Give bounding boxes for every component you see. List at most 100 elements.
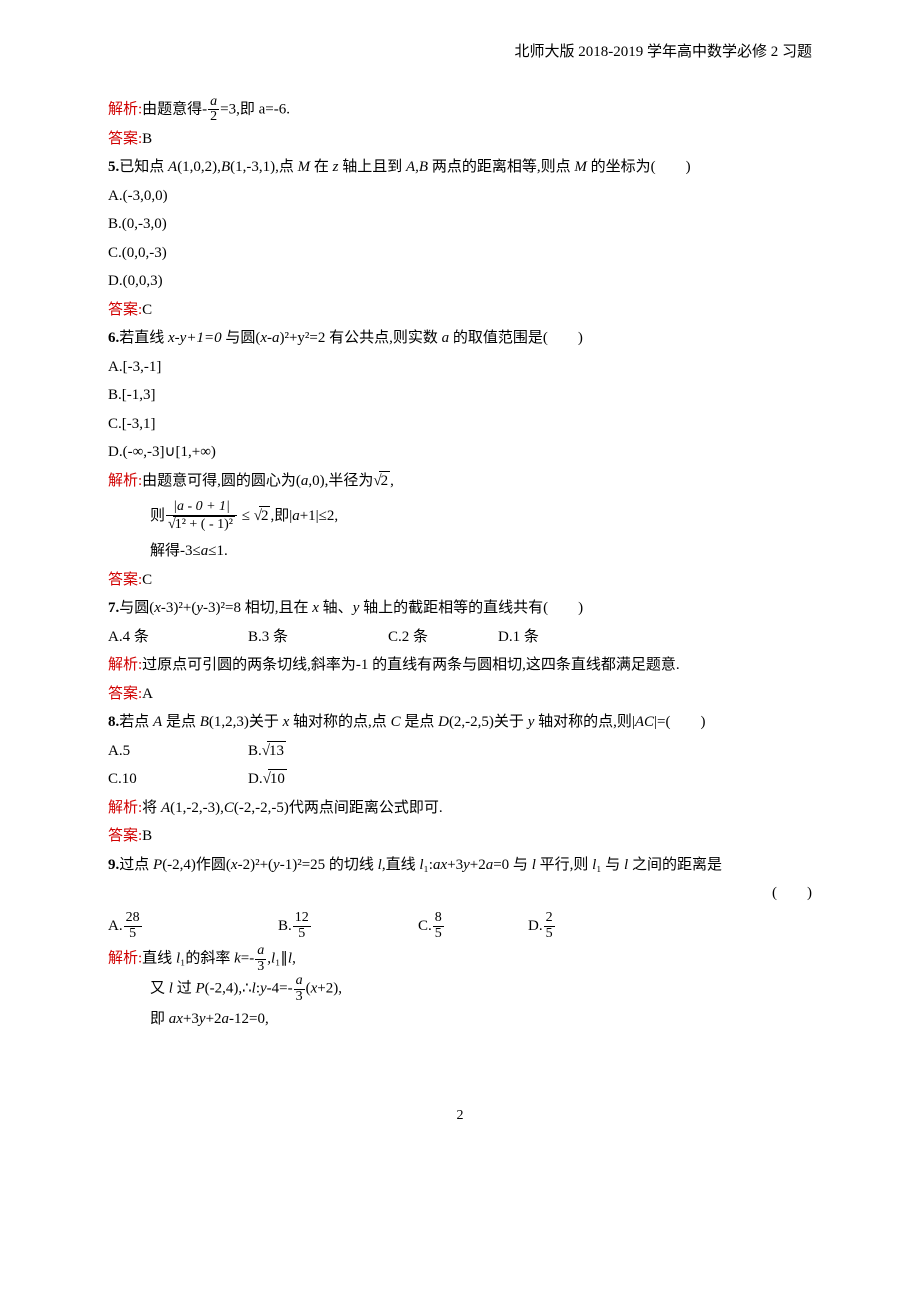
q5-M2: M — [574, 159, 587, 175]
q6-pre: 若直线 — [119, 330, 168, 346]
q9-7: 平行,则 — [536, 857, 592, 873]
q5-opt-b: B.(0,-3,0) — [108, 210, 812, 239]
q9-e2P: P — [195, 981, 204, 997]
q8-8: |=( ) — [654, 714, 705, 730]
q6-answer: 答案:C — [108, 566, 812, 595]
q9-opt-a: A.285 — [108, 908, 278, 944]
q9-e3c: +3 — [183, 1011, 199, 1027]
q4-explain-part1: 由题意得- — [142, 101, 207, 117]
q9-e1f: , — [292, 951, 296, 967]
q9-opt-d: D.25 — [528, 908, 556, 944]
q8-answer: 答案:B — [108, 822, 812, 851]
q9-choices: A.285 B.125 C.85 D.25 — [108, 908, 812, 944]
q6-e2pa: ,即| — [270, 508, 292, 524]
q4-explain-part2: =3,即 a=-6. — [220, 101, 290, 117]
q7-opt-c: C.2 条 — [388, 623, 498, 652]
header-text: 北师大版 2018-2019 学年高中数学必修 2 习题 — [515, 44, 813, 60]
q5-opt-d: D.(0,0,3) — [108, 267, 812, 296]
frac-den: 2 — [208, 110, 219, 125]
q8-B: B — [200, 714, 209, 730]
q6-stem: 6.若直线 x-y+1=0 与圆(x-a)²+y²=2 有公共点,则实数 a 的… — [108, 324, 812, 353]
q6-post: 的取值范围是( ) — [449, 330, 583, 346]
q9-eb: +3 — [447, 857, 463, 873]
q9-explain-2: 又 l 过 P(-2,4),∴l:y-4=-a3(x+2), — [108, 974, 812, 1004]
sqrt-10: √10 — [263, 765, 287, 794]
sqrt-2b: √2 — [254, 495, 271, 537]
q8-choices-1: A.5 B.√13 — [108, 737, 812, 766]
q9-paren: ( ) — [108, 879, 812, 908]
q6-frac-den: √1² + ( - 1)² — [166, 516, 237, 534]
q8-1: 若点 — [119, 714, 153, 730]
q9-e1e: ₁∥ — [275, 951, 288, 967]
q8-D: D — [438, 714, 449, 730]
q7-mid: 轴、 — [319, 600, 353, 616]
q8-opt-b: B.√13 — [248, 737, 286, 766]
q6-explain-3: 解得-3≤a≤1. — [108, 537, 812, 566]
q6-eq2: x-a — [260, 330, 279, 346]
q9-e2frac: a3 — [294, 974, 305, 1004]
answer-label: 答案: — [108, 302, 142, 318]
q8-eC: C — [224, 800, 234, 816]
q9-3: -2)²+( — [238, 857, 273, 873]
q8-number: 8. — [108, 714, 119, 730]
q6-opt-d: D.(-∞,-3]∪[1,+∞) — [108, 438, 812, 467]
q5-M: M — [298, 159, 311, 175]
q5-number: 5. — [108, 159, 119, 175]
q6-number: 6. — [108, 330, 119, 346]
q8-e2: (1,-2,-3), — [170, 800, 224, 816]
q9-e2b: 过 — [173, 981, 196, 997]
sqrt-2: √2 — [373, 467, 390, 496]
page-number: 2 — [0, 1073, 920, 1170]
answer-label: 答案: — [108, 828, 142, 844]
q5-opt-a: A.(-3,0,0) — [108, 182, 812, 211]
q7-pre: 与圆( — [119, 600, 154, 616]
q5-t3: (1,0,2), — [177, 159, 221, 175]
q8-C: C — [391, 714, 401, 730]
q6-e2pc: +1|≤2, — [300, 508, 338, 524]
q7-answer: 答案:A — [108, 680, 812, 709]
q9-ea: ax — [433, 857, 447, 873]
q9-e1k: k — [234, 951, 241, 967]
q5-stem: 5.已知点 A(1,0,2),B(1,-3,1),点 M 在 z 轴上且到 A,… — [108, 153, 812, 182]
q9-e2y: y — [260, 981, 267, 997]
q6-opt-c: C.[-3,1] — [108, 410, 812, 439]
answer-label: 答案: — [108, 572, 142, 588]
q9-number: 9. — [108, 857, 119, 873]
q9-8: 与 — [602, 857, 625, 873]
q5-t1: 已知点 — [119, 159, 168, 175]
q5-B: B — [221, 159, 230, 175]
q9-e3b: ax — [169, 1011, 183, 1027]
q6-e3a: 解得-3≤ — [150, 543, 201, 559]
q7-answer-value: A — [142, 686, 153, 702]
q7-choices: A.4 条 B.3 条 C.2 条 D.1 条 — [108, 623, 812, 652]
q8-5: 是点 — [401, 714, 439, 730]
q6-e2pre: 则 — [150, 508, 165, 524]
q7-eq1: -3)²+( — [161, 600, 196, 616]
q6-e3c: ≤1. — [208, 543, 227, 559]
q8-opt-c: C.10 — [108, 765, 248, 794]
q5-t7: 在 — [310, 159, 333, 175]
q7-opt-a: A.4 条 — [108, 623, 248, 652]
q6-le: ≤ — [238, 508, 254, 524]
explain-label: 解析: — [108, 473, 142, 489]
q7-x: x — [154, 600, 161, 616]
q8-e3: (-2,-2,-5)代两点间距离公式即可. — [234, 800, 443, 816]
q9-explain-1: 解析:直线 l₁的斜率 k=-a3,l₁∥l, — [108, 944, 812, 974]
q8-explain: 解析:将 A(1,-2,-3),C(-2,-2,-5)代两点间距离公式即可. — [108, 794, 812, 823]
answer-label: 答案: — [108, 131, 142, 147]
q6-opt-a: A.[-3,-1] — [108, 353, 812, 382]
q6-eq1: x-y+1=0 — [168, 330, 222, 346]
q9-e3f: a — [222, 1011, 230, 1027]
q7-post: 轴上的截距相等的直线共有( ) — [359, 600, 583, 616]
q8-opt-d: D.√10 — [248, 765, 287, 794]
q9-e2g: +2), — [317, 981, 342, 997]
explain-label: 解析: — [108, 951, 142, 967]
q9-ec: y — [463, 857, 470, 873]
q8-opt-a: A.5 — [108, 737, 248, 766]
q9-y1: y — [273, 857, 280, 873]
q6-e1a: 由题意可得,圆的圆心为( — [142, 473, 301, 489]
q6-explain-1: 解析:由题意可得,圆的圆心为(a,0),半径为√2, — [108, 467, 812, 496]
q9-opt-b: B.125 — [278, 908, 418, 944]
q9-ef: =0 与 — [493, 857, 531, 873]
q9-ed: +2 — [470, 857, 486, 873]
